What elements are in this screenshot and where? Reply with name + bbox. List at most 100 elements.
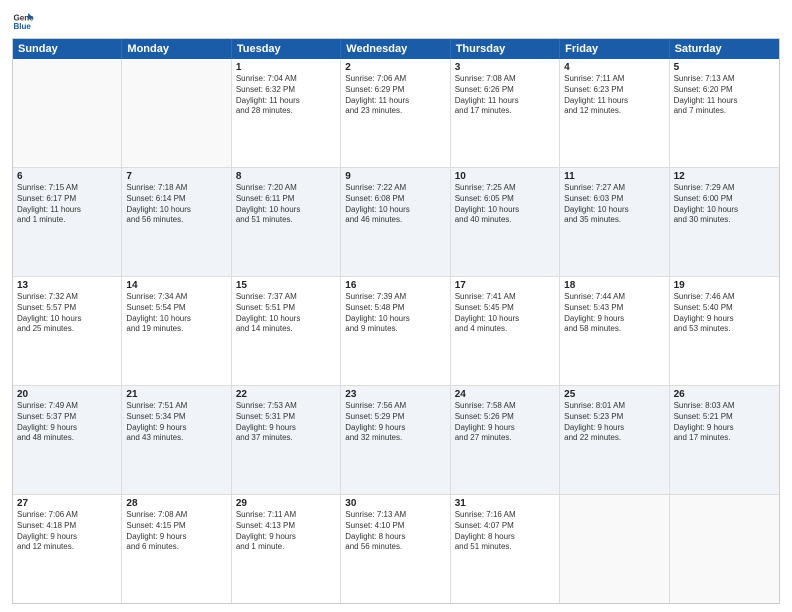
calendar-week-5: 27Sunrise: 7:06 AMSunset: 4:18 PMDayligh… [13, 495, 779, 603]
day-number: 4 [564, 62, 664, 73]
cell-info-line: Sunrise: 7:58 AM [455, 401, 555, 412]
cell-info-line: Sunrise: 7:29 AM [674, 183, 775, 194]
day-cell-3: 3Sunrise: 7:08 AMSunset: 6:26 PMDaylight… [451, 59, 560, 167]
day-of-week-sunday: Sunday [13, 39, 122, 59]
day-number: 10 [455, 171, 555, 182]
cell-info-line: Sunset: 6:26 PM [455, 85, 555, 96]
cell-info-line: Daylight: 11 hours [455, 96, 555, 107]
cell-info-line: Sunset: 5:34 PM [126, 412, 226, 423]
cell-info-line: Sunrise: 7:49 AM [17, 401, 117, 412]
day-cell-11: 11Sunrise: 7:27 AMSunset: 6:03 PMDayligh… [560, 168, 669, 276]
cell-info-line: and 17 minutes. [674, 433, 775, 444]
cell-info-line: and 1 minute. [236, 542, 336, 553]
day-number: 29 [236, 498, 336, 509]
day-cell-31: 31Sunrise: 7:16 AMSunset: 4:07 PMDayligh… [451, 495, 560, 603]
day-cell-15: 15Sunrise: 7:37 AMSunset: 5:51 PMDayligh… [232, 277, 341, 385]
cell-info-line: Sunset: 4:10 PM [345, 521, 445, 532]
day-number: 6 [17, 171, 117, 182]
calendar: SundayMondayTuesdayWednesdayThursdayFrid… [12, 38, 780, 604]
day-number: 13 [17, 280, 117, 291]
calendar-week-4: 20Sunrise: 7:49 AMSunset: 5:37 PM Dayligh… [13, 386, 779, 495]
day-cell-8: 8Sunrise: 7:20 AMSunset: 6:11 PMDaylight… [232, 168, 341, 276]
cell-info-line: Daylight: 10 hours [236, 205, 336, 216]
cell-info-line: and 12 minutes. [17, 542, 117, 553]
page-header: General Blue [12, 10, 780, 32]
calendar-week-2: 6Sunrise: 7:15 AMSunset: 6:17 PMDaylight… [13, 168, 779, 277]
cell-info-line: Sunset: 4:18 PM [17, 521, 117, 532]
cell-info-line: Daylight: 9 hours [236, 423, 336, 434]
cell-info-line: Sunset: 5:43 PM [564, 303, 664, 314]
cell-info-line: Daylight: 11 hours [674, 96, 775, 107]
day-number: 11 [564, 171, 664, 182]
cell-info-line: Sunrise: 7:13 AM [345, 510, 445, 521]
svg-text:Blue: Blue [13, 22, 31, 31]
logo-icon: General Blue [12, 10, 34, 32]
day-cell-19: 19Sunrise: 7:46 AMSunset: 5:40 PMDayligh… [670, 277, 779, 385]
cell-info-line: and 40 minutes. [455, 215, 555, 226]
day-of-week-tuesday: Tuesday [232, 39, 341, 59]
cell-info-line: Sunrise: 7:44 AM [564, 292, 664, 303]
cell-info-line: Sunrise: 7:18 AM [126, 183, 226, 194]
day-of-week-thursday: Thursday [451, 39, 560, 59]
cell-info-line: Sunset: 6:29 PM [345, 85, 445, 96]
calendar-body: 1Sunrise: 7:04 AMSunset: 6:32 PMDaylight… [13, 59, 779, 603]
cell-info-line: Daylight: 9 hours [674, 314, 775, 325]
cell-info-line: Sunrise: 7:37 AM [236, 292, 336, 303]
cell-info-line: Sunset: 5:48 PM [345, 303, 445, 314]
day-cell-1: 1Sunrise: 7:04 AMSunset: 6:32 PMDaylight… [232, 59, 341, 167]
cell-info-line: Sunset: 4:13 PM [236, 521, 336, 532]
day-cell-26: 26Sunrise: 8:03 AMSunset: 5:21 PMDayligh… [670, 386, 779, 494]
cell-info-line: Sunset: 6:23 PM [564, 85, 664, 96]
cell-info-line: Daylight: 11 hours [236, 96, 336, 107]
cell-info-line: Daylight: 10 hours [126, 314, 226, 325]
day-number: 17 [455, 280, 555, 291]
day-cell-14: 14Sunrise: 7:34 AMSunset: 5:54 PMDayligh… [122, 277, 231, 385]
day-number: 28 [126, 498, 226, 509]
cell-info-line: Sunrise: 7:56 AM [345, 401, 445, 412]
cell-info-line: Sunset: 6:11 PM [236, 194, 336, 205]
cell-info-line: Sunrise: 8:01 AM [564, 401, 664, 412]
day-number: 15 [236, 280, 336, 291]
day-number: 31 [455, 498, 555, 509]
day-number: 16 [345, 280, 445, 291]
day-number: 23 [345, 389, 445, 400]
day-cell-17: 17Sunrise: 7:41 AMSunset: 5:45 PMDayligh… [451, 277, 560, 385]
day-number: 5 [674, 62, 775, 73]
day-cell-18: 18Sunrise: 7:44 AMSunset: 5:43 PMDayligh… [560, 277, 669, 385]
cell-info-line: Sunrise: 8:03 AM [674, 401, 775, 412]
cell-info-line: Sunset: 5:23 PM [564, 412, 664, 423]
cell-info-line: Daylight: 10 hours [345, 314, 445, 325]
day-cell-24: 24Sunrise: 7:58 AMSunset: 5:26 PMDayligh… [451, 386, 560, 494]
cell-info-line: Sunrise: 7:11 AM [236, 510, 336, 521]
empty-cell [670, 495, 779, 603]
cell-info-line: Daylight: 9 hours [126, 423, 226, 434]
cell-info-line: Sunrise: 7:27 AM [564, 183, 664, 194]
cell-info-line: Sunset: 6:03 PM [564, 194, 664, 205]
cell-info-line: Sunrise: 7:46 AM [674, 292, 775, 303]
cell-info-line: Daylight: 11 hours [345, 96, 445, 107]
day-number: 25 [564, 389, 664, 400]
day-number: 7 [126, 171, 226, 182]
day-cell-30: 30Sunrise: 7:13 AMSunset: 4:10 PMDayligh… [341, 495, 450, 603]
cell-info-line: and 35 minutes. [564, 215, 664, 226]
cell-info-line: and 56 minutes. [126, 215, 226, 226]
cell-info-line: and 51 minutes. [236, 215, 336, 226]
day-cell-21: 21Sunrise: 7:51 AMSunset: 5:34 PMDayligh… [122, 386, 231, 494]
day-of-week-friday: Friday [560, 39, 669, 59]
cell-info-line: Sunrise: 7:06 AM [345, 74, 445, 85]
cell-info-line: Sunset: 5:37 PM [17, 412, 117, 423]
cell-info-line: Sunset: 6:17 PM [17, 194, 117, 205]
day-of-week-monday: Monday [122, 39, 231, 59]
cell-info-line: Sunset: 5:31 PM [236, 412, 336, 423]
cell-info-line: Daylight: 10 hours [345, 205, 445, 216]
cell-info-line: Sunset: 6:00 PM [674, 194, 775, 205]
cell-info-line: Daylight: 9 hours [455, 423, 555, 434]
day-number: 20 [17, 389, 117, 400]
cell-info-line: Daylight: 10 hours [236, 314, 336, 325]
day-cell-10: 10Sunrise: 7:25 AMSunset: 6:05 PMDayligh… [451, 168, 560, 276]
day-number: 27 [17, 498, 117, 509]
cell-info-line: and 25 minutes. [17, 324, 117, 335]
cell-info-line: Sunset: 5:45 PM [455, 303, 555, 314]
cell-info-line: and 6 minutes. [126, 542, 226, 553]
day-cell-20: 20Sunrise: 7:49 AMSunset: 5:37 PMDayligh… [13, 386, 122, 494]
